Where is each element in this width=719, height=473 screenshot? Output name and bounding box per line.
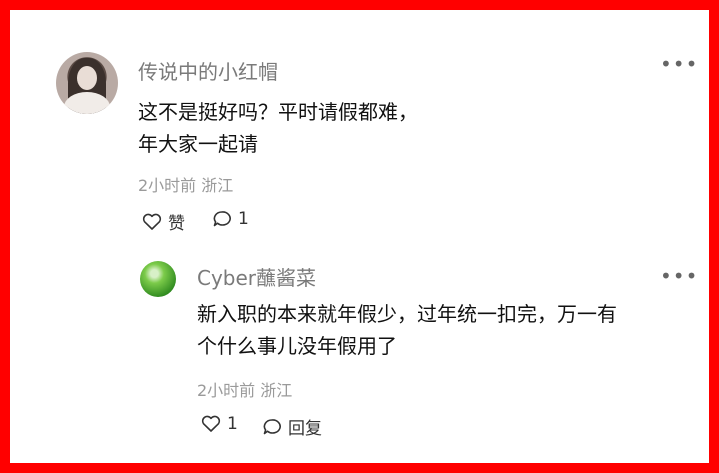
comment-location: 浙江 xyxy=(260,381,293,400)
like-button[interactable]: 赞 xyxy=(142,209,185,234)
heart-icon xyxy=(201,415,221,432)
comment-location: 浙江 xyxy=(201,176,234,195)
reply-button[interactable]: 回复 xyxy=(262,414,322,439)
comment-text-line-1: 这不是挺好吗？平时请假都难， xyxy=(138,100,418,124)
comment-time: 2小时前 xyxy=(138,176,197,195)
avatar-face xyxy=(77,66,97,90)
reply-label: 回复 xyxy=(288,419,322,439)
comment-meta: 2小时前 浙江 xyxy=(138,172,233,196)
username[interactable]: Cyber蘸酱菜 xyxy=(197,262,316,291)
avatar-body xyxy=(64,92,110,114)
comment-meta: 2小时前 浙江 xyxy=(197,377,292,401)
avatar[interactable] xyxy=(140,261,176,297)
username[interactable]: 传说中的小红帽 xyxy=(138,56,278,85)
like-button[interactable]: 1 xyxy=(201,414,238,434)
comment-text-line-2: 年大家一起请 xyxy=(138,132,258,156)
heart-icon xyxy=(142,213,162,230)
comment-time: 2小时前 xyxy=(197,381,256,400)
screenshot-frame: 传说中的小红帽 ••• 这不是挺好吗？平时请假都难， 年大家一起请 2小时前 浙… xyxy=(0,0,719,473)
more-dots-icon[interactable]: ••• xyxy=(660,52,698,76)
like-count: 1 xyxy=(227,414,238,434)
more-dots-icon[interactable]: ••• xyxy=(660,264,698,288)
reply-count: 1 xyxy=(238,209,249,229)
reply-button[interactable]: 1 xyxy=(212,209,249,229)
comment-bubble-icon xyxy=(213,211,231,227)
like-label: 赞 xyxy=(168,214,185,234)
avatar[interactable] xyxy=(56,52,118,114)
comment-text-line-1: 新入职的本来就年假少，过年统一扣完，万一有 xyxy=(197,302,617,326)
comment-bubble-icon xyxy=(263,418,281,434)
comment-text-line-2: 个什么事儿没年假用了 xyxy=(197,334,397,358)
